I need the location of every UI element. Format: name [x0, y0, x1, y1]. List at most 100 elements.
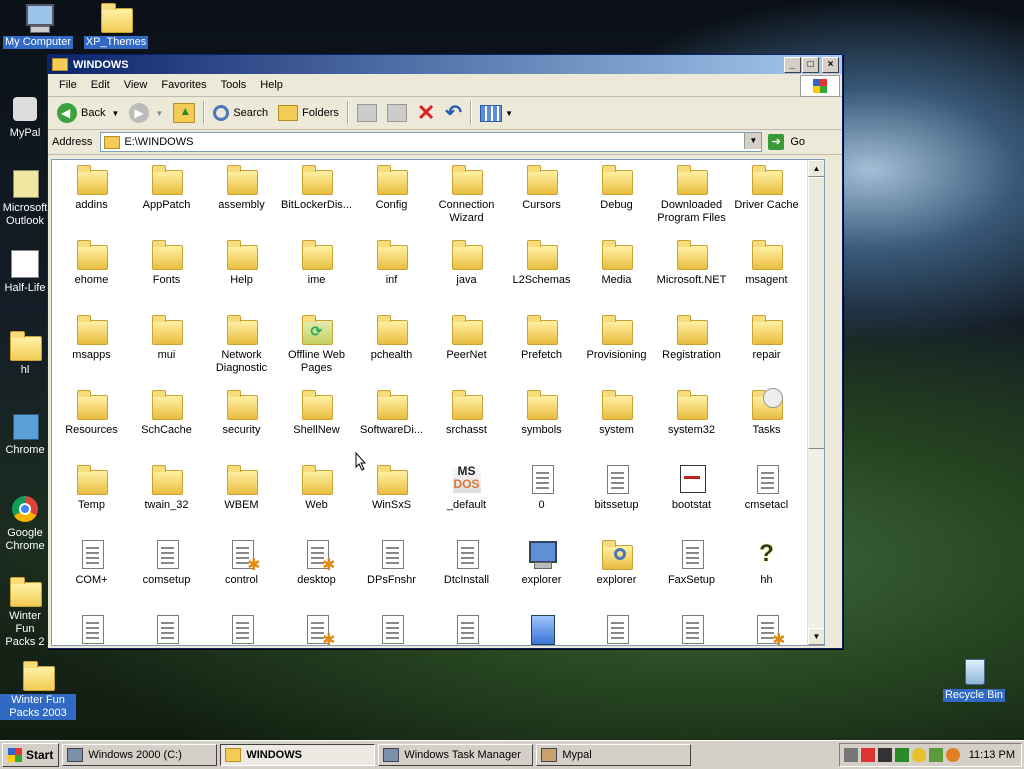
folder-item[interactable]: Connection Wizard — [429, 163, 504, 225]
file-item[interactable]: desktop — [279, 538, 354, 587]
folder-item[interactable]: Microsoft.NET — [654, 238, 729, 287]
folder-item[interactable]: L2Schemas — [504, 238, 579, 287]
folder-item[interactable]: Driver Cache — [729, 163, 804, 212]
folder-item[interactable]: Resources — [54, 388, 129, 437]
desktop-icon-google-chrome[interactable]: Google Chrome — [0, 493, 50, 553]
file-item[interactable] — [204, 613, 279, 645]
folder-item[interactable]: Web — [279, 463, 354, 512]
start-button[interactable]: Start — [2, 743, 60, 767]
up-folder-button[interactable]: ▲ — [168, 99, 200, 127]
desktop-icon-chrome[interactable]: Chrome — [0, 410, 50, 457]
tray-app-icon[interactable] — [860, 748, 875, 762]
folder-item[interactable]: ⟳ Offline Web Pages — [279, 313, 354, 375]
scroll-thumb[interactable] — [808, 177, 824, 449]
clock[interactable]: 11:13 PM — [969, 749, 1015, 761]
forward-button[interactable]: ▶ ▼ — [124, 99, 168, 127]
close-button[interactable]: × — [822, 57, 839, 73]
copy-to-button[interactable] — [382, 99, 412, 127]
folder-item[interactable]: Tasks — [729, 388, 804, 437]
folder-item[interactable]: Config — [354, 163, 429, 212]
folder-item[interactable]: mui — [129, 313, 204, 362]
address-input[interactable]: E:\WINDOWS ▼ — [100, 132, 763, 152]
menu-view[interactable]: View — [117, 79, 155, 91]
desktop-icon-recycle-bin[interactable]: Recycle Bin — [936, 655, 1012, 702]
folder-item[interactable]: msagent — [729, 238, 804, 287]
maximize-button[interactable]: □ — [802, 57, 819, 73]
file-item[interactable]: MS DOS _default — [429, 463, 504, 512]
back-button[interactable]: ◀ Back ▼ — [52, 99, 124, 127]
file-item[interactable]: 0 — [504, 463, 579, 512]
folder-item[interactable]: Temp — [54, 463, 129, 512]
file-item[interactable]: comsetup — [129, 538, 204, 587]
folder-item[interactable]: system — [579, 388, 654, 437]
file-item[interactable] — [129, 613, 204, 645]
taskbar-item-task-manager[interactable]: Windows Task Manager — [378, 744, 534, 766]
file-item[interactable] — [54, 613, 129, 645]
minimize-button[interactable]: _ — [784, 57, 801, 73]
desktop-icon-xp-themes[interactable]: XP_Themes — [78, 2, 154, 49]
file-item[interactable] — [429, 613, 504, 645]
folder-item[interactable]: java — [429, 238, 504, 287]
undo-button[interactable]: ↶ — [440, 99, 467, 127]
desktop-icon-outlook[interactable]: Microsoft Outlook — [0, 168, 50, 228]
scroll-down-button[interactable]: ▼ — [808, 628, 824, 645]
folder-item[interactable]: msapps — [54, 313, 129, 362]
file-item[interactable] — [504, 613, 579, 645]
folder-item[interactable]: Downloaded Program Files — [654, 163, 729, 225]
folder-item[interactable]: WBEM — [204, 463, 279, 512]
address-dropdown-button[interactable]: ▼ — [744, 133, 762, 149]
folder-item[interactable]: SoftwareDi... — [354, 388, 429, 437]
folder-item[interactable]: assembly — [204, 163, 279, 212]
tray-app-icon[interactable] — [928, 748, 943, 762]
file-item[interactable]: explorer — [504, 538, 579, 587]
taskbar-item-windows-2000[interactable]: Windows 2000 (C:) — [62, 744, 218, 766]
search-button[interactable]: Search — [208, 99, 273, 127]
folder-item[interactable]: Prefetch — [504, 313, 579, 362]
menu-help[interactable]: Help — [253, 79, 290, 91]
file-view[interactable]: addins AppPatch assembly BitLockerDis... Con… — [51, 159, 825, 646]
desktop-icon-mypal[interactable]: MyPal — [0, 93, 50, 140]
search-icon[interactable] — [945, 748, 960, 762]
explorer-window[interactable]: WINDOWS _ □ × File Edit View Favorites T… — [47, 54, 843, 649]
desktop-icon-hl[interactable]: hl — [0, 330, 50, 377]
views-button[interactable]: ▼ — [475, 99, 518, 127]
folder-item[interactable]: srchasst — [429, 388, 504, 437]
network-icon[interactable] — [894, 748, 909, 762]
file-item[interactable]: bootstat — [654, 463, 729, 512]
folder-item[interactable]: symbols — [504, 388, 579, 437]
taskbar-item-windows[interactable]: WINDOWS — [220, 744, 376, 766]
desktop-icon-half-life[interactable]: Half-Life — [0, 248, 50, 295]
folder-item[interactable]: security — [204, 388, 279, 437]
file-item[interactable]: ? hh — [729, 538, 804, 587]
desktop-icon-winter-fun-packs-2[interactable]: Winter Fun Packs 2 — [0, 576, 50, 649]
folder-item[interactable]: Cursors — [504, 163, 579, 212]
file-item[interactable]: DPsFnshr — [354, 538, 429, 587]
file-item[interactable]: control — [204, 538, 279, 587]
file-item[interactable] — [579, 613, 654, 645]
menu-favorites[interactable]: Favorites — [154, 79, 213, 91]
keyboard-icon[interactable] — [843, 748, 858, 762]
file-item[interactable]: bitssetup — [579, 463, 654, 512]
folder-item[interactable]: ehome — [54, 238, 129, 287]
file-item[interactable] — [654, 613, 729, 645]
folder-item[interactable]: BitLockerDis... — [279, 163, 354, 212]
delete-button[interactable]: ✕ — [412, 99, 440, 127]
scroll-up-button[interactable]: ▲ — [808, 160, 824, 177]
go-button[interactable]: ➔ Go — [768, 134, 805, 150]
folder-item[interactable]: PeerNet — [429, 313, 504, 362]
file-item[interactable]: COM+ — [54, 538, 129, 587]
vertical-scrollbar[interactable]: ▲ ▼ — [807, 160, 824, 645]
file-item[interactable]: cmsetacl — [729, 463, 804, 512]
folder-item[interactable]: AppPatch — [129, 163, 204, 212]
folder-item[interactable]: inf — [354, 238, 429, 287]
folder-item[interactable]: ShellNew — [279, 388, 354, 437]
file-item[interactable]: DtcInstall — [429, 538, 504, 587]
file-item[interactable]: explorer — [579, 538, 654, 587]
folder-item[interactable]: Help — [204, 238, 279, 287]
menu-edit[interactable]: Edit — [84, 79, 117, 91]
folder-item[interactable]: Debug — [579, 163, 654, 212]
folder-item[interactable]: ime — [279, 238, 354, 287]
move-to-button[interactable] — [352, 99, 382, 127]
desktop-icon-winter-fun-packs-2003[interactable]: Winter Fun Packs 2003 — [0, 660, 76, 720]
folder-item[interactable]: system32 — [654, 388, 729, 437]
